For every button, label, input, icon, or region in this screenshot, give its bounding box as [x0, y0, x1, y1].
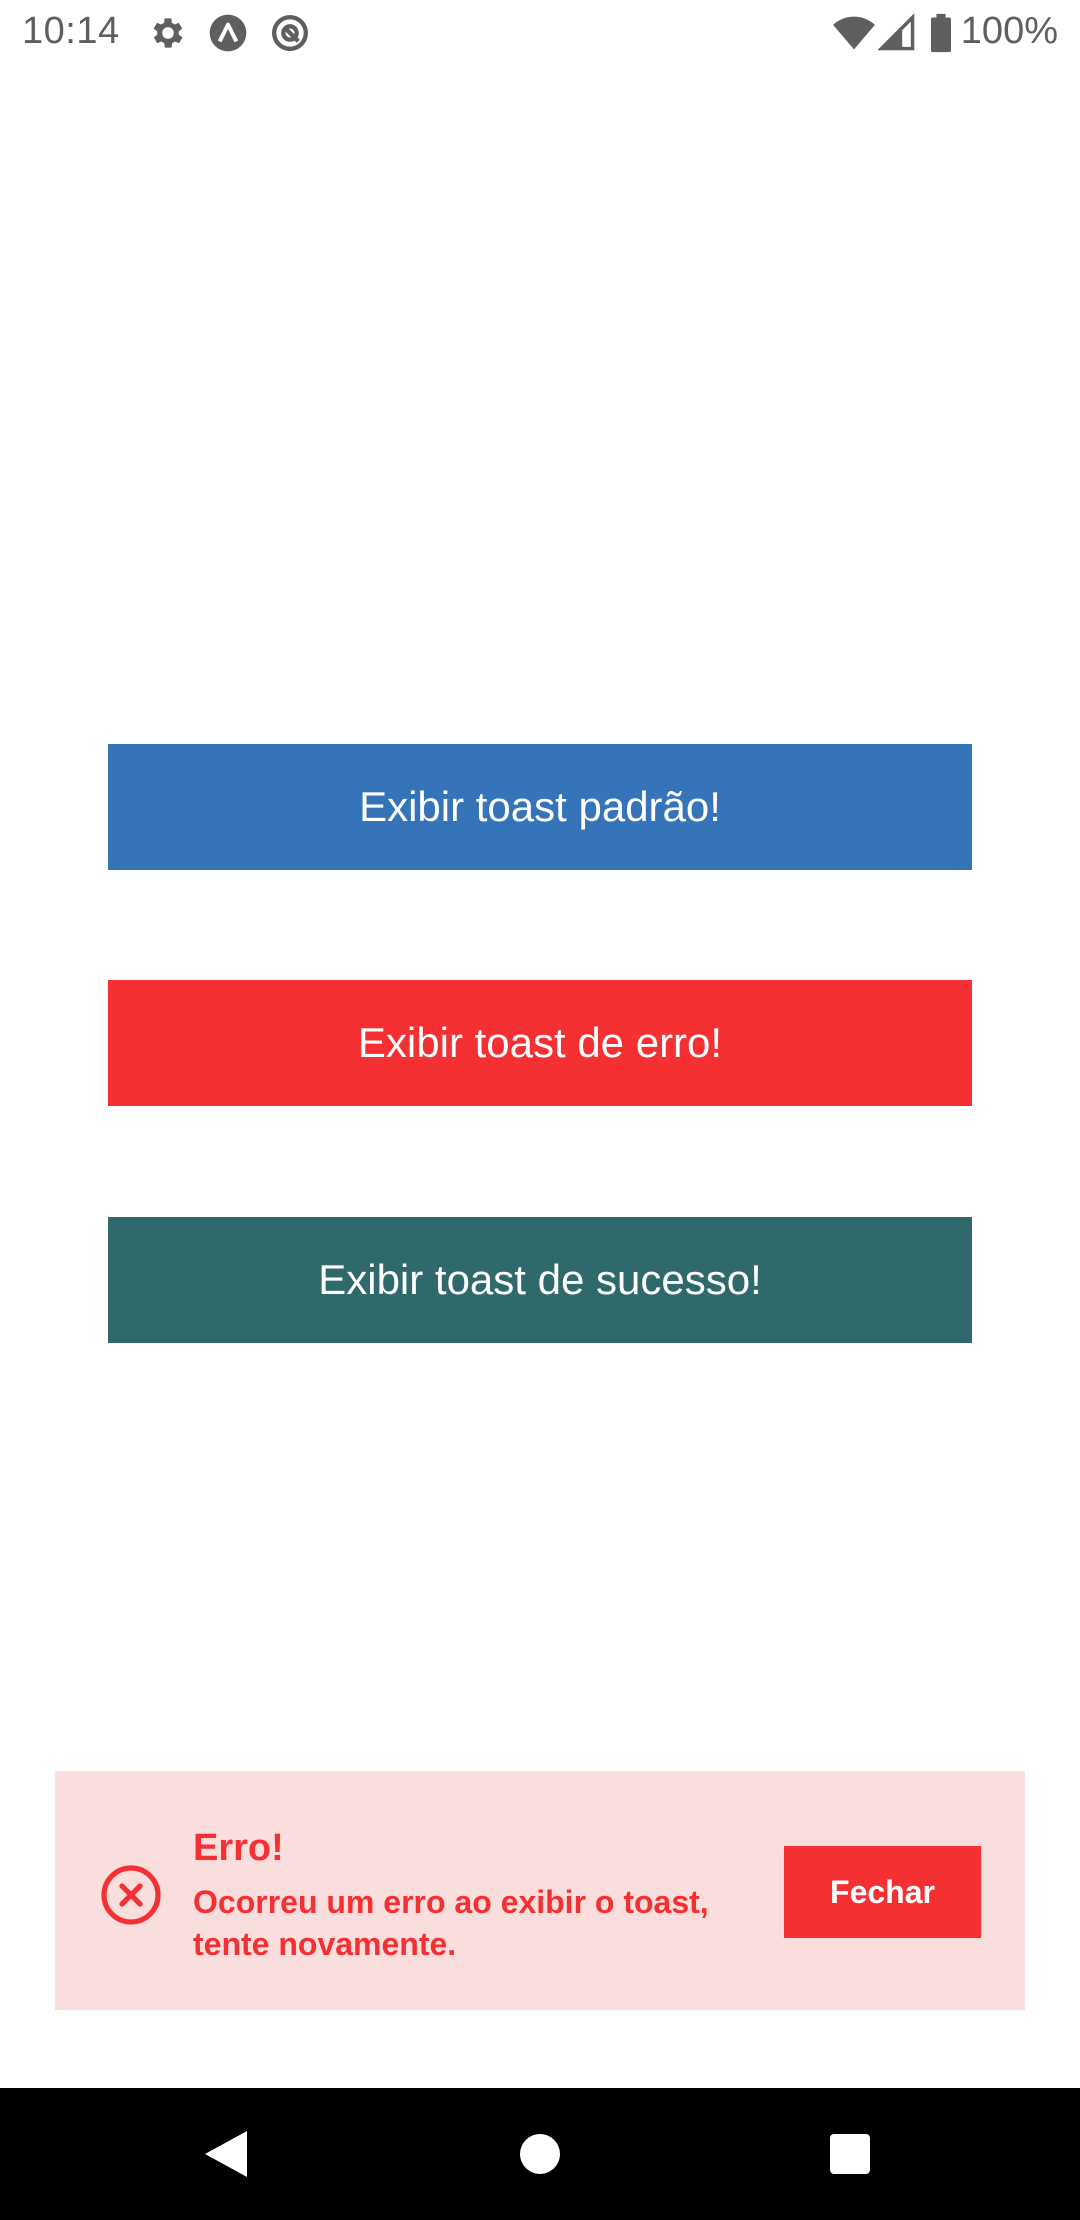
error-toast: Erro! Ocorreu um erro ao exibir o toast,… — [55, 1771, 1025, 2010]
toast-title: Erro! — [193, 1827, 284, 1869]
close-toast-button[interactable]: Fechar — [784, 1846, 981, 1938]
gear-icon — [148, 13, 188, 53]
show-success-toast-button[interactable]: Exibir toast de sucesso! — [108, 1217, 972, 1343]
toast-message: Ocorreu um erro ao exibir o toast, tente… — [193, 1884, 709, 1962]
status-bar: 10:14 100% — [0, 0, 1080, 66]
status-time: 10:14 — [22, 10, 120, 52]
show-error-toast-button[interactable]: Exibir toast de erro! — [108, 980, 972, 1106]
cell-signal-icon — [877, 13, 918, 53]
battery-percentage: 100% — [960, 10, 1058, 52]
back-icon[interactable] — [196, 2124, 256, 2184]
battery-icon — [928, 13, 954, 53]
app-screen: 10:14 100% Exibir toast padrão! Exibir t… — [0, 0, 1080, 2220]
navigation-bar — [0, 2088, 1080, 2220]
home-icon[interactable] — [510, 2124, 570, 2184]
recents-icon[interactable] — [820, 2124, 880, 2184]
at-sign-icon — [270, 13, 310, 53]
error-circle-icon — [99, 1863, 163, 1927]
expo-a-icon — [208, 13, 248, 53]
show-default-toast-button[interactable]: Exibir toast padrão! — [108, 744, 972, 870]
wifi-icon — [832, 13, 876, 53]
